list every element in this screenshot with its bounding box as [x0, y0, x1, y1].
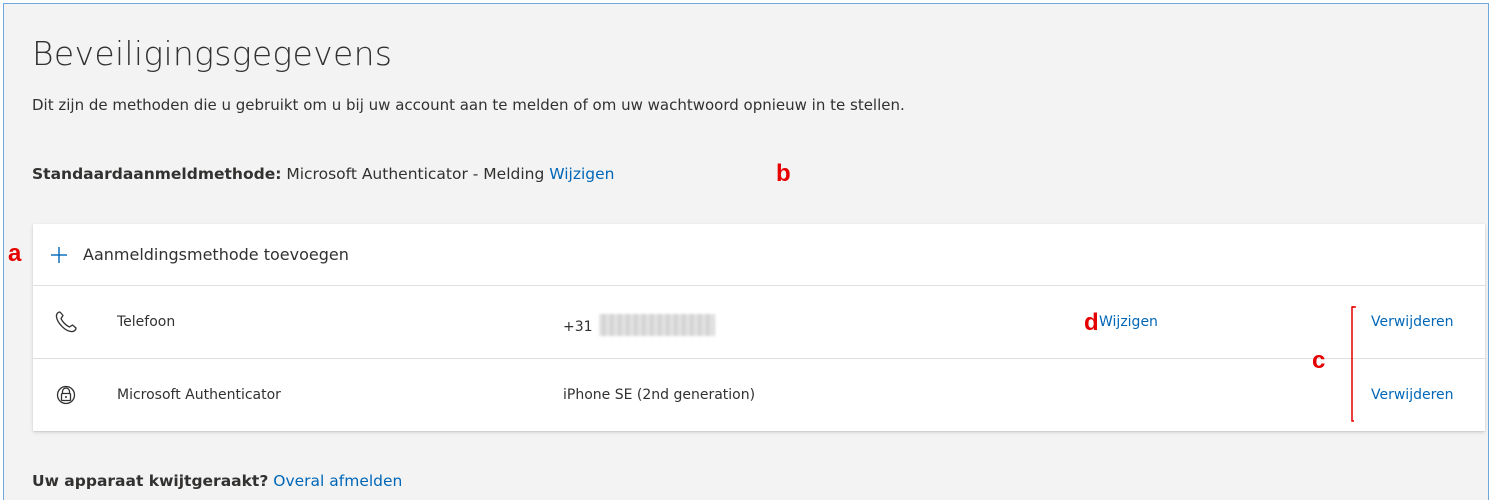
method-detail: iPhone SE (2nd generation) — [563, 387, 756, 403]
annotation-a: a — [8, 240, 22, 267]
change-default-method-link[interactable]: Wijzigen — [549, 165, 614, 183]
add-method-label: Aanmeldingsmethode toevoegen — [83, 245, 349, 264]
remove-authenticator-link[interactable]: Verwijderen — [1371, 387, 1454, 403]
plus-icon — [49, 245, 69, 265]
change-phone-link[interactable]: Wijzigen — [1099, 314, 1158, 330]
sign-out-everywhere-link[interactable]: Overal afmelden — [273, 472, 402, 490]
redacted-phone-number — [598, 314, 715, 336]
add-method-button[interactable]: Aanmeldingsmethode toevoegen — [33, 224, 1485, 286]
page-title: Beveiligingsgegevens — [32, 34, 393, 73]
methods-card: Aanmeldingsmethode toevoegen Telefoon +3… — [33, 224, 1485, 431]
default-method-value: Microsoft Authenticator - Melding — [286, 165, 545, 183]
phone-number-prefix: +31 — [563, 319, 593, 335]
default-method-line: Standaardaanmeldmethode: Microsoft Authe… — [32, 165, 615, 183]
annotation-b: b — [776, 160, 791, 187]
method-name: Microsoft Authenticator — [117, 387, 281, 403]
page-description: Dit zijn de methoden die u gebruikt om u… — [32, 96, 905, 114]
method-name: Telefoon — [117, 314, 176, 330]
lost-device-line: Uw apparaat kwijtgeraakt? Overal afmelde… — [32, 472, 402, 490]
remove-phone-link[interactable]: Verwijderen — [1371, 314, 1454, 330]
authenticator-lock-icon — [53, 382, 79, 408]
lost-device-question: Uw apparaat kwijtgeraakt? — [32, 472, 269, 490]
annotation-d: d — [1084, 309, 1099, 336]
method-row-phone: Telefoon +31 Wijzigen Verwijderen — [33, 286, 1485, 359]
annotation-bracket — [1351, 306, 1356, 422]
method-detail: +31 — [563, 314, 715, 336]
default-method-label: Standaardaanmeldmethode: — [32, 165, 282, 183]
phone-icon — [53, 309, 79, 335]
method-row-authenticator: Microsoft Authenticator iPhone SE (2nd g… — [33, 359, 1485, 431]
